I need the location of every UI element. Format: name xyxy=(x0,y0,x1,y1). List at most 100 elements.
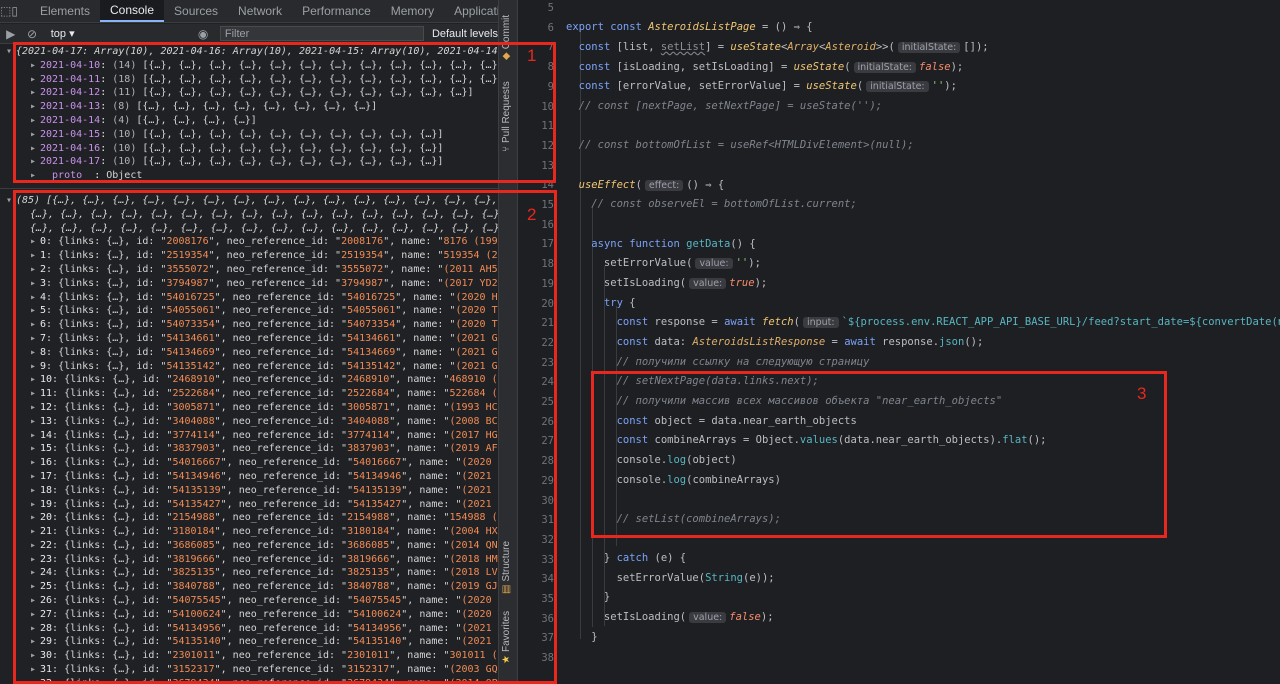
expand-triangle-icon[interactable]: ▸ xyxy=(30,142,40,156)
array-row[interactable]: ▸ 14: {links: {…}, id: "3774114", neo_ref… xyxy=(0,429,498,443)
code-editor[interactable]: 5 6 7 8 9 10 11 12 13 14 15 16 17 18 19 20 21 22 23 24 25 26 2… xyxy=(518,0,1280,684)
expand-triangle-icon[interactable]: ▸ xyxy=(30,128,40,142)
array-row[interactable]: ▸ 31: {links: {…}, id: "3152317", neo_ref… xyxy=(0,663,498,677)
code-area[interactable]: export const AsteroidsListPage = () ⇒ { … xyxy=(566,0,1280,684)
array-row[interactable]: ▸ 25: {links: {…}, id: "3840788", neo_ref… xyxy=(0,580,498,594)
expand-triangle-icon[interactable]: ▸ xyxy=(30,470,40,484)
device-toolbar-icon[interactable]: ▯ xyxy=(11,0,18,22)
array-row[interactable]: ▸ 30: {links: {…}, id: "2301011", neo_ref… xyxy=(0,649,498,663)
array-row[interactable]: ▸ 6: {links: {…}, id: "54073354", neo_ref… xyxy=(0,318,498,332)
expand-triangle-icon[interactable]: ▸ xyxy=(30,429,40,443)
array-row[interactable]: ▸ 9: {links: {…}, id: "54135142", neo_ref… xyxy=(0,360,498,374)
array-row[interactable]: ▸ 16: {links: {…}, id: "54016667", neo_re… xyxy=(0,456,498,470)
structure-tool-button[interactable]: ▤ Structure xyxy=(501,541,512,594)
object-entry[interactable]: ▸ 2021-04-12: (11) [{…}, {…}, {…}, {…}, {… xyxy=(0,86,498,100)
object-summary[interactable]: ▾ {2021-04-17: Array(10), 2021-04-16: Arr… xyxy=(0,45,498,59)
tab-sources[interactable]: Sources xyxy=(164,0,228,22)
array-row[interactable]: ▸ 15: {links: {…}, id: "3837903", neo_ref… xyxy=(0,442,498,456)
array-row[interactable]: ▸ 20: {links: {…}, id: "2154988", neo_ref… xyxy=(0,511,498,525)
expand-triangle-icon[interactable]: ▸ xyxy=(30,677,40,684)
expand-triangle-icon[interactable]: ▸ xyxy=(30,277,40,291)
context-selector[interactable]: top ▾ xyxy=(47,26,193,42)
expand-triangle-icon[interactable]: ▸ xyxy=(30,86,40,100)
expand-triangle-icon[interactable]: ▸ xyxy=(30,114,40,128)
expand-triangle-icon[interactable]: ▸ xyxy=(30,332,40,346)
array-row[interactable]: ▸ 19: {links: {…}, id: "54135427", neo_re… xyxy=(0,498,498,512)
expand-triangle-icon[interactable]: ▸ xyxy=(30,635,40,649)
array-summary[interactable]: ▾ (85) [{…}, {…}, {…}, {…}, {…}, {…}, {…}… xyxy=(0,194,498,235)
proto-entry[interactable]: ▸ __proto__: Object xyxy=(0,169,498,183)
array-row[interactable]: ▸ 32: {links: {…}, id: "3679434", neo_ref… xyxy=(0,677,498,684)
eye-icon[interactable]: ◉ xyxy=(192,27,213,41)
expand-triangle-icon[interactable]: ▸ xyxy=(30,498,40,512)
array-row[interactable]: ▸ 7: {links: {…}, id: "54134661", neo_ref… xyxy=(0,332,498,346)
expand-triangle-icon[interactable]: ▸ xyxy=(30,304,40,318)
array-row[interactable]: ▸ 0: {links: {…}, id: "2008176", neo_refe… xyxy=(0,235,498,249)
tab-elements[interactable]: Elements xyxy=(30,0,100,22)
expand-triangle-icon[interactable]: ▸ xyxy=(30,511,40,525)
expand-triangle-icon[interactable]: ▸ xyxy=(30,594,40,608)
sidebar-toggle-icon[interactable]: ▶ xyxy=(0,27,21,41)
expand-triangle-icon[interactable]: ▸ xyxy=(30,622,40,636)
tab-application[interactable]: Application xyxy=(444,0,498,22)
expand-triangle-icon[interactable]: ▸ xyxy=(30,415,40,429)
expand-triangle-icon[interactable]: ▸ xyxy=(30,387,40,401)
array-row[interactable]: ▸ 3: {links: {…}, id: "3794987", neo_refe… xyxy=(0,277,498,291)
expand-triangle-icon[interactable]: ▸ xyxy=(30,456,40,470)
array-row[interactable]: ▸ 1: {links: {…}, id: "2519354", neo_refe… xyxy=(0,249,498,263)
tab-console[interactable]: Console xyxy=(99,0,165,22)
commit-tool-button[interactable]: ◆ Commit xyxy=(501,15,512,60)
expand-triangle-icon[interactable]: ▸ xyxy=(30,580,40,594)
array-row[interactable]: ▸ 22: {links: {…}, id: "3686085", neo_ref… xyxy=(0,539,498,553)
expand-triangle-icon[interactable]: ▸ xyxy=(30,373,40,387)
object-entry[interactable]: ▸ 2021-04-10: (14) [{…}, {…}, {…}, {…}, {… xyxy=(0,59,498,73)
array-row[interactable]: ▸ 21: {links: {…}, id: "3180184", neo_ref… xyxy=(0,525,498,539)
array-row[interactable]: ▸ 18: {links: {…}, id: "54135139", neo_re… xyxy=(0,484,498,498)
array-row[interactable]: ▸ 12: {links: {…}, id: "3005871", neo_ref… xyxy=(0,401,498,415)
expand-triangle-icon[interactable]: ▸ xyxy=(30,525,40,539)
array-row[interactable]: ▸ 27: {links: {…}, id: "54100624", neo_re… xyxy=(0,608,498,622)
expand-triangle-icon[interactable]: ▸ xyxy=(30,100,40,114)
expand-triangle-icon[interactable]: ▸ xyxy=(30,649,40,663)
array-row[interactable]: ▸ 26: {links: {…}, id: "54075545", neo_re… xyxy=(0,594,498,608)
expand-triangle-icon[interactable]: ▸ xyxy=(30,566,40,580)
pull-requests-tool-button[interactable]: ⑂ Pull Requests xyxy=(501,81,512,152)
inspect-element-icon[interactable]: ⬚ xyxy=(0,0,11,22)
expand-triangle-icon[interactable]: ▸ xyxy=(30,318,40,332)
expand-triangle-icon[interactable]: ▸ xyxy=(30,346,40,360)
object-entry[interactable]: ▸ 2021-04-16: (10) [{…}, {…}, {…}, {…}, {… xyxy=(0,142,498,156)
expand-triangle-icon[interactable]: ▾ xyxy=(6,45,16,59)
object-entry[interactable]: ▸ 2021-04-15: (10) [{…}, {…}, {…}, {…}, {… xyxy=(0,128,498,142)
expand-triangle-icon[interactable]: ▸ xyxy=(30,484,40,498)
array-row[interactable]: ▸ 10: {links: {…}, id: "2468910", neo_ref… xyxy=(0,373,498,387)
expand-triangle-icon[interactable]: ▸ xyxy=(30,442,40,456)
favorites-tool-button[interactable]: ★ Favorites xyxy=(501,611,512,664)
expand-triangle-icon[interactable]: ▸ xyxy=(30,553,40,567)
expand-triangle-icon[interactable]: ▸ xyxy=(30,608,40,622)
array-row[interactable]: ▸ 28: {links: {…}, id: "54134956", neo_re… xyxy=(0,622,498,636)
tab-performance[interactable]: Performance xyxy=(292,0,381,22)
array-row[interactable]: ▸ 11: {links: {…}, id: "2522684", neo_ref… xyxy=(0,387,498,401)
expand-triangle-icon[interactable]: ▸ xyxy=(30,360,40,374)
expand-triangle-icon[interactable]: ▸ xyxy=(30,291,40,305)
expand-triangle-icon[interactable]: ▸ xyxy=(30,539,40,553)
tab-memory[interactable]: Memory xyxy=(381,0,444,22)
array-row[interactable]: ▸ 8: {links: {…}, id: "54134669", neo_ref… xyxy=(0,346,498,360)
array-row[interactable]: ▸ 24: {links: {…}, id: "3825135", neo_ref… xyxy=(0,566,498,580)
array-row[interactable]: ▸ 4: {links: {…}, id: "54016725", neo_ref… xyxy=(0,291,498,305)
expand-triangle-icon[interactable]: ▸ xyxy=(30,59,40,73)
object-entry[interactable]: ▸ 2021-04-17: (10) [{…}, {…}, {…}, {…}, {… xyxy=(0,155,498,169)
array-row[interactable]: ▸ 13: {links: {…}, id: "3404088", neo_ref… xyxy=(0,415,498,429)
object-entry[interactable]: ▸ 2021-04-14: (4) [{…}, {…}, {…}, {…}] xyxy=(0,114,498,128)
array-row[interactable]: ▸ 2: {links: {…}, id: "3555072", neo_refe… xyxy=(0,263,498,277)
array-row[interactable]: ▸ 5: {links: {…}, id: "54055061", neo_ref… xyxy=(0,304,498,318)
array-row[interactable]: ▸ 23: {links: {…}, id: "3819666", neo_ref… xyxy=(0,553,498,567)
array-row[interactable]: ▸ 17: {links: {…}, id: "54134946", neo_re… xyxy=(0,470,498,484)
expand-triangle-icon[interactable]: ▸ xyxy=(30,155,40,169)
expand-triangle-icon[interactable]: ▸ xyxy=(30,249,40,263)
clear-console-icon[interactable]: ⊘ xyxy=(21,27,42,41)
array-row[interactable]: ▸ 29: {links: {…}, id: "54135140", neo_re… xyxy=(0,635,498,649)
object-entry[interactable]: ▸ 2021-04-13: (8) [{…}, {…}, {…}, {…}, {…… xyxy=(0,100,498,114)
expand-triangle-icon[interactable]: ▸ xyxy=(30,263,40,277)
expand-triangle-icon[interactable]: ▸ xyxy=(30,663,40,677)
